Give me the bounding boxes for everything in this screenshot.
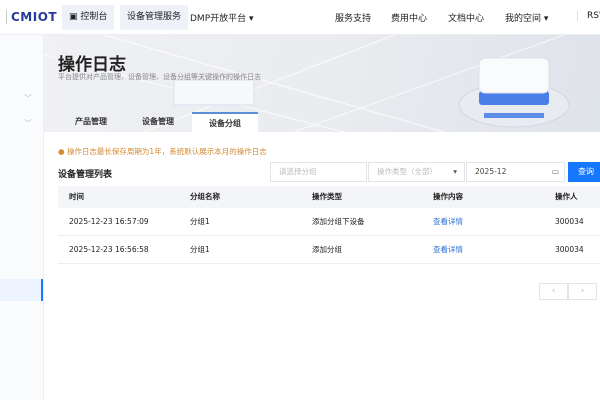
nav-billing[interactable]: 费用中心 [391,11,427,24]
col-content: 操作内容 [433,192,463,201]
sidebar: ﹀ ﹀ [0,35,44,400]
dmp-menu[interactable]: DMP开放平台 ▾ [190,11,254,24]
month-picker[interactable]: 2025-12 ▭ [466,162,565,182]
cell-time: 2025-12-23 16:56:58 [69,245,149,254]
table-row: 2025-12-23 16:57:09 分组1 添加分组下设备 查看详情 300… [58,208,600,236]
nav-docs[interactable]: 文档中心 [448,11,484,24]
caret-down-icon: ▾ [453,167,457,176]
chevron-down-icon[interactable]: ﹀ [24,118,32,129]
tab-product[interactable]: 产品管理 [58,112,124,132]
col-group: 分组名称 [190,192,220,201]
device-illustration [458,57,570,128]
query-button[interactable]: 查询 [568,162,600,182]
col-time: 时间 [69,192,84,201]
page-banner: 操作日志 平台提供对产品管理、设备管理、设备分组等关键操作的操作日志 产品管理 … [44,35,600,132]
user-menu[interactable]: RSW [577,11,600,21]
col-type: 操作类型 [312,192,342,201]
table-header: 时间 分组名称 操作类型 操作内容 操作人 [58,186,600,208]
prev-page-button[interactable]: ‹ [539,283,568,300]
cell-type: 添加分组 [312,245,342,254]
cell-time: 2025-12-23 16:57:09 [69,217,149,226]
cell-type: 添加分组下设备 [312,217,365,226]
view-details-link[interactable]: 查看详情 [433,208,463,236]
view-details-link[interactable]: 查看详情 [433,236,463,264]
calendar-icon: ▭ [551,167,559,176]
cell-group: 分组1 [190,245,210,254]
group-select[interactable]: 请选择分组 [270,162,367,182]
cell-operator: 300034 [555,217,584,226]
tab-device[interactable]: 设备管理 [125,112,191,132]
page-subtitle: 平台提供对产品管理、设备管理、设备分组等关键操作的操作日志 [58,73,261,81]
selected-indicator [41,279,43,301]
operation-type-select[interactable]: 操作类型（全部） ▾ [368,162,465,182]
cell-group: 分组1 [190,217,210,226]
top-nav: CMIOT ▣ 控制台 设备管理服务 DMP开放平台 ▾ 服务支持 费用中心 文… [0,0,600,35]
log-table: 时间 分组名称 操作类型 操作内容 操作人 2025-12-23 16:57:0… [58,186,600,264]
next-page-button[interactable]: › [568,283,597,300]
warning-icon: ● [58,147,65,156]
notice: ● 操作日志最长保存周期为1年，系统默认展示本月的操作日志 [58,147,267,156]
console-link[interactable]: ▣ 控制台 [62,5,115,30]
list-title: 设备管理列表 [58,170,113,180]
table-row: 2025-12-23 16:56:58 分组1 添加分组 查看详情 300034 [58,236,600,264]
nav-support[interactable]: 服务支持 [335,11,371,24]
service-link[interactable]: 设备管理服务 [120,5,189,30]
chevron-down-icon[interactable]: ﹀ [24,93,32,104]
sidebar-item-selected[interactable] [0,279,41,301]
logo[interactable]: CMIOT [6,10,57,24]
tab-device-group[interactable]: 设备分组 [192,112,258,132]
cell-operator: 300034 [555,245,584,254]
col-operator: 操作人 [555,192,578,201]
console-icon: ▣ [69,12,81,22]
nav-my-space[interactable]: 我的空间 ▾ [505,11,548,24]
